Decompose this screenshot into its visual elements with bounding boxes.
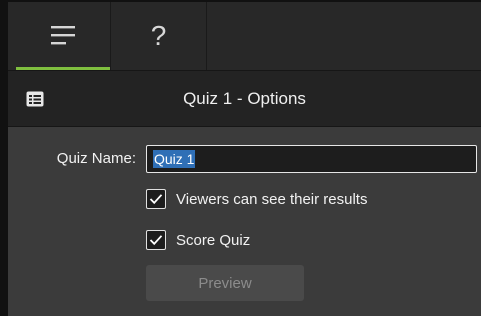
left-border (0, 0, 8, 316)
checkmark-icon (149, 235, 163, 246)
page-title: Quiz 1 - Options (183, 89, 306, 108)
quiz-options-panel: ? Quiz 1 - Options Quiz Name: Quiz 1 Vie… (0, 0, 481, 316)
tab-bar: ? (8, 2, 481, 71)
quiz-name-input[interactable]: Quiz 1 (146, 145, 477, 173)
hamburger-icon (51, 25, 75, 44)
help-label: ? (150, 20, 167, 51)
quiz-name-value: Quiz 1 (153, 150, 196, 168)
tab-divider (206, 2, 207, 70)
checkmark-icon (149, 194, 163, 205)
preview-button[interactable]: Preview (146, 265, 304, 301)
viewers-results-label: Viewers can see their results (176, 190, 368, 208)
viewers-results-checkbox[interactable] (146, 189, 166, 209)
options-header: Quiz 1 - Options (8, 71, 481, 127)
tab-help[interactable]: ? (111, 2, 206, 70)
score-quiz-option[interactable]: Score Quiz (146, 230, 250, 250)
score-quiz-label: Score Quiz (176, 231, 251, 249)
score-quiz-checkbox[interactable] (146, 230, 166, 250)
viewers-results-option[interactable]: Viewers can see their results (146, 189, 367, 209)
tab-properties[interactable] (16, 2, 110, 70)
quiz-name-label: Quiz Name: (56, 150, 136, 167)
